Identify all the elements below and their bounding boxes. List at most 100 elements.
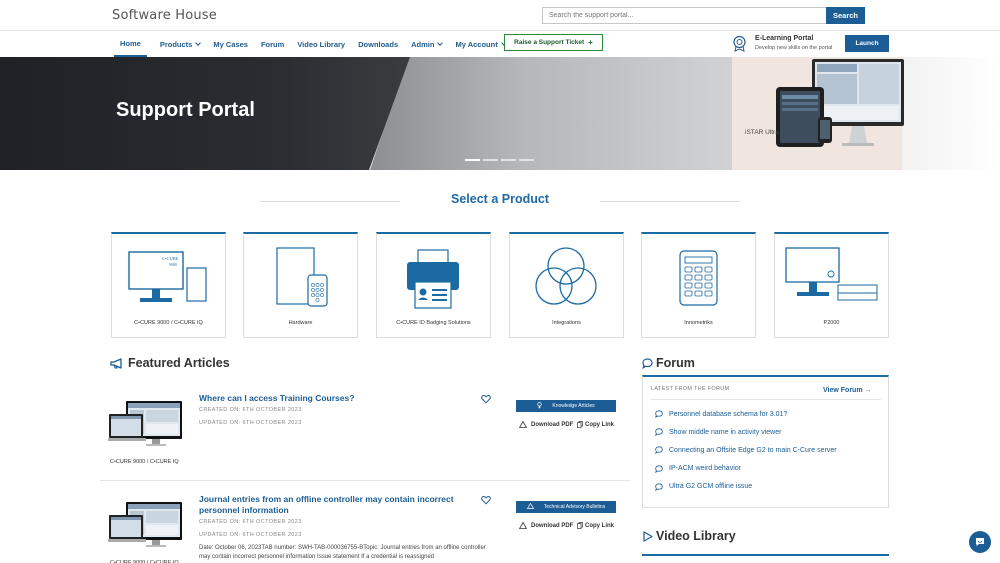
download-pdf-label: Download PDF bbox=[531, 522, 574, 529]
search-bar: Search bbox=[542, 7, 865, 24]
product-card-c-cure-9000-c-cure-iq[interactable]: C•CURE 9000 C•CURE 9000 / C•CURE IQ bbox=[111, 232, 226, 338]
article-product-label: C•CURE 9000 / C•CURE IQ bbox=[110, 459, 179, 465]
search-input[interactable] bbox=[542, 7, 826, 24]
product-card-c-cure-id-badging-solutions[interactable]: C•CURE ID Badging Solutions bbox=[376, 232, 491, 338]
nav-items: Home Products My Cases Forum Video Library Do… bbox=[114, 31, 519, 57]
product-card-p2000[interactable]: P2000 bbox=[774, 232, 889, 338]
badge-printer-icon bbox=[377, 242, 490, 312]
product-card-hardware[interactable]: Hardware bbox=[243, 232, 358, 338]
forum-thread-link[interactable]: Personnel database schema for 3.01? bbox=[655, 410, 787, 418]
raise-ticket-button[interactable]: Raise a Support Ticket + bbox=[504, 34, 603, 51]
nav-item-products[interactable]: Products bbox=[160, 31, 202, 57]
carousel-dot[interactable] bbox=[483, 159, 498, 161]
svg-text:C•CURE: C•CURE bbox=[162, 256, 179, 261]
site-logo[interactable]: Software House bbox=[112, 8, 217, 23]
featured-articles-header: Featured Articles bbox=[110, 356, 230, 370]
forum-divider bbox=[651, 399, 881, 400]
carousel-dot[interactable] bbox=[519, 159, 534, 161]
nav-item-label: My Cases bbox=[213, 39, 248, 49]
nav-item-home[interactable]: Home bbox=[114, 31, 147, 57]
forum-thread-link[interactable]: IP-ACM weird behavior bbox=[655, 464, 741, 473]
comment-icon bbox=[655, 428, 663, 437]
article-title[interactable]: Journal entries from an offline controll… bbox=[199, 494, 459, 516]
nav-item-downloads[interactable]: Downloads bbox=[358, 31, 398, 57]
nav-item-label: Forum bbox=[260, 39, 285, 49]
main-nav: Home Products My Cases Forum Video Library Do… bbox=[0, 31, 1000, 57]
article-category-badge[interactable]: Technical Advisory Bulletins bbox=[516, 501, 616, 513]
launch-button[interactable]: Launch bbox=[845, 35, 889, 52]
svg-text:9000: 9000 bbox=[169, 262, 177, 267]
monitor-server-icon bbox=[775, 242, 888, 312]
comment-icon bbox=[655, 410, 663, 418]
forum-thread-link[interactable]: Ultra G2 GCM offline issue bbox=[655, 483, 752, 491]
nav-item-label: Home bbox=[120, 38, 141, 48]
article-title[interactable]: Where can I access Training Courses? bbox=[199, 393, 459, 404]
top-bar: Software House Search bbox=[0, 0, 1000, 31]
product-card-integrations[interactable]: Integrations bbox=[509, 232, 624, 338]
chevron-down-icon bbox=[195, 39, 202, 46]
elearning-badge-icon bbox=[733, 35, 746, 52]
plus-icon: + bbox=[588, 38, 593, 47]
copy-link-label: Copy Link bbox=[585, 421, 615, 428]
monitor-tower-icon: C•CURE 9000 bbox=[112, 242, 225, 312]
article-category-badge[interactable]: Knowledge Articles bbox=[516, 400, 616, 412]
forum-thread-link[interactable]: Connecting an Offsite Edge G2 to main C-… bbox=[655, 446, 837, 455]
play-icon bbox=[643, 530, 653, 542]
carousel-dot[interactable] bbox=[501, 159, 516, 161]
favorite-heart-icon[interactable] bbox=[481, 492, 491, 505]
article-created-date: CREATED ON: 6TH OCTOBER 2023 bbox=[199, 519, 302, 525]
forum-thread-link[interactable]: Show middle name in activity viewer bbox=[655, 428, 782, 437]
video-library-divider bbox=[642, 554, 889, 556]
nav-item-label: Downloads bbox=[358, 39, 399, 49]
article-category-label: Knowledge Articles bbox=[552, 403, 595, 409]
nav-item-forum[interactable]: Forum bbox=[261, 31, 284, 57]
search-button[interactable]: Search bbox=[826, 7, 865, 24]
download-pdf-icon bbox=[519, 522, 527, 529]
video-library-title: Video Library bbox=[656, 529, 736, 543]
forum-title: Forum bbox=[656, 356, 695, 370]
download-pdf-icon bbox=[519, 421, 527, 428]
carousel-dots bbox=[465, 159, 537, 161]
download-pdf-link[interactable]: Download PDF bbox=[519, 522, 573, 529]
forum-thread-title: Show middle name in activity viewer bbox=[669, 428, 782, 436]
product-label: Hardware bbox=[288, 320, 313, 326]
product-card-innometriks[interactable]: Innometriks bbox=[641, 232, 756, 338]
forum-latest-label: LATEST FROM THE FORUM bbox=[651, 386, 730, 392]
nav-item-label: Admin bbox=[411, 39, 435, 49]
article-item: Where can I access Training Courses? CREA… bbox=[100, 391, 630, 481]
lightbulb-icon bbox=[537, 401, 543, 411]
copy-link[interactable]: Copy Link bbox=[577, 522, 614, 529]
nav-item-label: My Account bbox=[455, 39, 498, 49]
comment-icon bbox=[655, 446, 663, 455]
nav-item-video-library[interactable]: Video Library bbox=[297, 31, 345, 57]
download-pdf-link[interactable]: Download PDF bbox=[519, 421, 573, 428]
nav-item-my-account[interactable]: My Account bbox=[455, 31, 507, 57]
forum-panel: LATEST FROM THE FORUM View Forum → Perso… bbox=[642, 375, 889, 508]
hero-product-image bbox=[776, 59, 904, 147]
product-label: C•CURE ID Badging Solutions bbox=[396, 320, 471, 326]
hero-background-right bbox=[902, 57, 1000, 170]
view-forum-link[interactable]: View Forum → bbox=[823, 387, 872, 394]
article-divider bbox=[100, 480, 630, 481]
product-label: C•CURE 9000 / C•CURE IQ bbox=[134, 320, 203, 326]
elearning-subtitle: Develop new skills on the portal bbox=[755, 45, 833, 51]
raise-ticket-label: Raise a Support Ticket bbox=[514, 39, 585, 46]
article-thumbnail bbox=[108, 400, 184, 448]
nav-item-my-cases[interactable]: My Cases bbox=[213, 31, 248, 57]
copy-link[interactable]: Copy Link bbox=[577, 421, 614, 428]
megaphone-icon bbox=[110, 357, 122, 369]
carousel-dot[interactable] bbox=[465, 159, 480, 161]
product-label: P2000 bbox=[823, 320, 840, 326]
featured-articles-title: Featured Articles bbox=[128, 356, 230, 370]
elearning-title: E-Learning Portal bbox=[755, 35, 814, 42]
download-pdf-label: Download PDF bbox=[531, 421, 574, 428]
nav-item-admin[interactable]: Admin bbox=[411, 31, 444, 57]
nav-item-label: Video Library bbox=[297, 39, 346, 49]
favorite-heart-icon[interactable] bbox=[481, 391, 491, 404]
video-library-header: Video Library bbox=[642, 529, 736, 543]
chevron-down-icon bbox=[437, 39, 444, 46]
elearning-portal: E-Learning Portal Develop new skills on … bbox=[731, 34, 841, 54]
forum-thread-title: Ultra G2 GCM offline issue bbox=[669, 483, 753, 491]
chat-button[interactable] bbox=[969, 531, 991, 553]
panel-keypad-icon bbox=[244, 242, 357, 312]
